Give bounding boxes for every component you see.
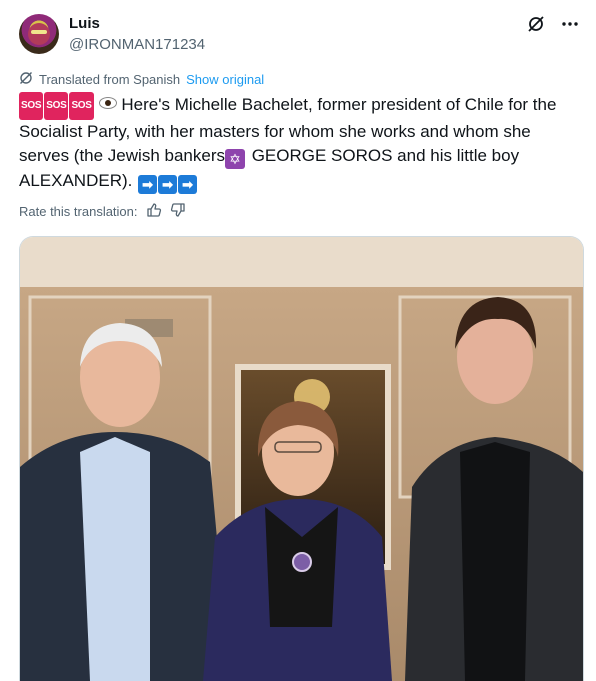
sos-emoji: SOS [69,92,94,120]
translate-icon [19,71,33,88]
person-left-shirt [80,437,150,681]
tweet-text: SOS SOS SOS Here's Michelle Bachelet, form… [19,92,579,194]
pendant [292,552,312,572]
translation-note: Translated from Spanish Show original [19,71,264,88]
tweet-photo[interactable] [19,236,584,681]
more-icon[interactable] [560,14,580,34]
ceiling [20,237,583,287]
avatar[interactable] [19,14,59,54]
author-name[interactable]: Luis [69,15,100,32]
author-handle[interactable]: @IRONMAN171234 [69,36,205,53]
sos-emoji: SOS [44,92,69,120]
right-arrow-icon: ➡ [138,175,158,194]
photo-illustration [20,237,583,681]
rate-label: Rate this translation: [19,204,138,219]
show-original-link[interactable]: Show original [186,72,264,87]
person-right-shirt [460,442,530,681]
avatar-eyes [31,30,47,34]
translation-label: Translated from Spanish [39,72,181,87]
thumbs-up-icon[interactable] [146,202,162,221]
right-arrow-icon: ➡ [158,175,178,194]
sos-emoji: SOS [19,92,44,120]
tweet-card: Luis @IRONMAN171234 Translated from Span… [0,0,596,681]
rate-translation: Rate this translation: [19,202,186,221]
avatar-face [28,23,50,45]
tweet-actions [526,14,580,34]
eye-icon [99,97,118,109]
star-of-david-icon: ✡ [224,149,245,169]
grok-icon[interactable] [526,14,546,34]
thumbs-down-icon[interactable] [170,202,186,221]
right-arrow-icon: ➡ [178,175,198,194]
